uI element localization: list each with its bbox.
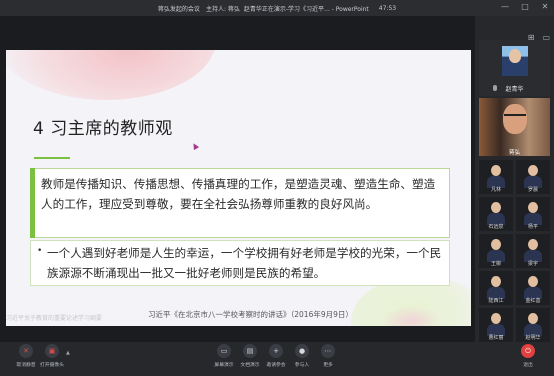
power-icon: ⏻: [521, 344, 535, 358]
bullet-icon: •: [37, 246, 43, 256]
presentation-stage: 4 习主席的教师观 教师是传播知识、传播思想、传播真理的工作，是塑造灵魂、塑造生…: [0, 16, 475, 342]
quote-box-accent: [30, 168, 35, 238]
chevron-up-icon[interactable]: ▲: [66, 350, 70, 356]
close-button[interactable]: ✕: [540, 2, 550, 12]
participant-name: 曹红丽: [488, 335, 504, 341]
avatar: [523, 275, 543, 299]
quote-box-1: 教师是传播知识、传播思想、传播真理的工作，是塑造灵魂、塑造生命、塑造人的工作，理…: [30, 168, 450, 238]
participant-name: 赵明华: [525, 335, 541, 341]
presenter-name: 赵青华: [505, 86, 524, 93]
avatar: [486, 201, 506, 225]
participant-name: 梁宇: [527, 261, 538, 267]
slide-caption: 习近平《在北京市八一学校考察时的讲话》（2016年9月9日）: [148, 310, 353, 319]
slide-title: 4 习主席的教师观: [33, 119, 173, 139]
participant-name: 凡林: [490, 187, 501, 193]
meeting-toolbar: ✕ 取消静音 ▣ 打开摄像头 ▲ ▭ 屏幕演示 ▤ 文档演示 + 邀请参会 ● …: [0, 342, 554, 376]
camera-button[interactable]: ▣ 打开摄像头: [34, 344, 70, 374]
avatar: [486, 312, 506, 336]
pointer-cursor-icon: [190, 141, 200, 151]
people-icon: ●: [295, 344, 309, 358]
minimize-button[interactable]: —: [500, 2, 510, 12]
host-label: 主持人: 蒋弘: [205, 5, 240, 13]
participant-name: 陆西江: [488, 298, 504, 304]
screen-share-icon: ▭: [217, 344, 231, 358]
meeting-name: 蒋弘发起的会议: [157, 5, 200, 13]
avatar: [523, 238, 543, 262]
shared-slide: 4 习主席的教师观 教师是传播知识、传播思想、传播真理的工作，是塑造灵魂、塑造生…: [6, 50, 471, 326]
avatar: [486, 164, 506, 188]
participant-tile[interactable]: 赵明华: [516, 308, 550, 342]
participant-face: [503, 104, 527, 134]
participant-name: 金红善: [525, 298, 541, 304]
glasses-icon: [504, 114, 526, 118]
window-controls: — □ ✕: [500, 2, 550, 12]
more-button[interactable]: ⋯ 更多: [310, 344, 346, 374]
live-video-tile[interactable]: 蒋弘: [479, 98, 550, 156]
leave-meeting-button[interactable]: ⏻ 退出: [510, 344, 546, 374]
participant-panel: ⊞ ▭ 赵青华 蒋弘 凡林 罗晨 石远泉 杨平 王柳 梁宇 陆西江 金红善 曹红…: [475, 16, 554, 342]
mic-muted-icon: ✕: [19, 344, 33, 358]
meeting-timer: 47:53: [378, 4, 397, 12]
camera-label: 打开摄像头: [40, 363, 64, 368]
participant-tile[interactable]: 曹红丽: [479, 308, 513, 342]
document-icon: ▤: [243, 344, 257, 358]
camera-off-icon: ▣: [45, 344, 59, 358]
avatar: [523, 312, 543, 336]
slide-watermark: 习近平关于教育的重要论述学习纲要: [6, 315, 103, 322]
participant-name: 王柳: [490, 261, 501, 267]
participant-name: 杨平: [527, 224, 538, 230]
participant-name: 罗晨: [527, 187, 538, 193]
presenter-avatar: [502, 46, 528, 76]
quote-text-2: 一个人遇到好老师是人生的幸运，一个学校拥有好老师是学校的光荣，一个民族源源不断涌…: [47, 246, 442, 280]
title-underline: [34, 157, 70, 159]
quote-box-2: • 一个人遇到好老师是人生的幸运，一个学校拥有好老师是学校的光荣，一个民族源源不…: [30, 240, 450, 286]
live-participant-name: 蒋弘: [508, 150, 520, 156]
participant-tile[interactable]: 石远泉: [479, 197, 513, 231]
participant-tile[interactable]: 杨平: [516, 197, 550, 231]
add-user-icon: +: [269, 344, 283, 358]
avatar: [523, 201, 543, 225]
maximize-button[interactable]: □: [520, 2, 530, 12]
title-bar: 蒋弘发起的会议 主持人: 蒋弘 赵青华正在演示-学习《习近平... - Powe…: [0, 0, 554, 16]
participant-tile[interactable]: 王柳: [479, 234, 513, 268]
more-icon: ⋯: [321, 344, 335, 358]
slide-decoration-top: [6, 50, 216, 100]
avatar: [486, 238, 506, 262]
participant-name: 石远泉: [488, 224, 504, 230]
meeting-app: 蒋弘发起的会议 主持人: 蒋弘 赵青华正在演示-学习《习近平... - Powe…: [0, 0, 554, 376]
participant-tile[interactable]: 陆西江: [479, 271, 513, 305]
presenting-status: 赵青华正在演示-学习《习近平... - PowerPoint: [243, 5, 369, 13]
participant-tile[interactable]: 罗晨: [516, 160, 550, 194]
leave-label: 退出: [523, 363, 533, 368]
avatar: [486, 275, 506, 299]
participant-tile[interactable]: 梁宇: [516, 234, 550, 268]
participant-tile[interactable]: 凡林: [479, 160, 513, 194]
presenter-tile[interactable]: 赵青华: [479, 40, 550, 96]
quote-text-1: 教师是传播知识、传播思想、传播真理的工作，是塑造灵魂、塑造生命、塑造人的工作，理…: [41, 177, 436, 211]
avatar: [523, 164, 543, 188]
more-label: 更多: [323, 363, 333, 368]
participant-tile[interactable]: 金红善: [516, 271, 550, 305]
